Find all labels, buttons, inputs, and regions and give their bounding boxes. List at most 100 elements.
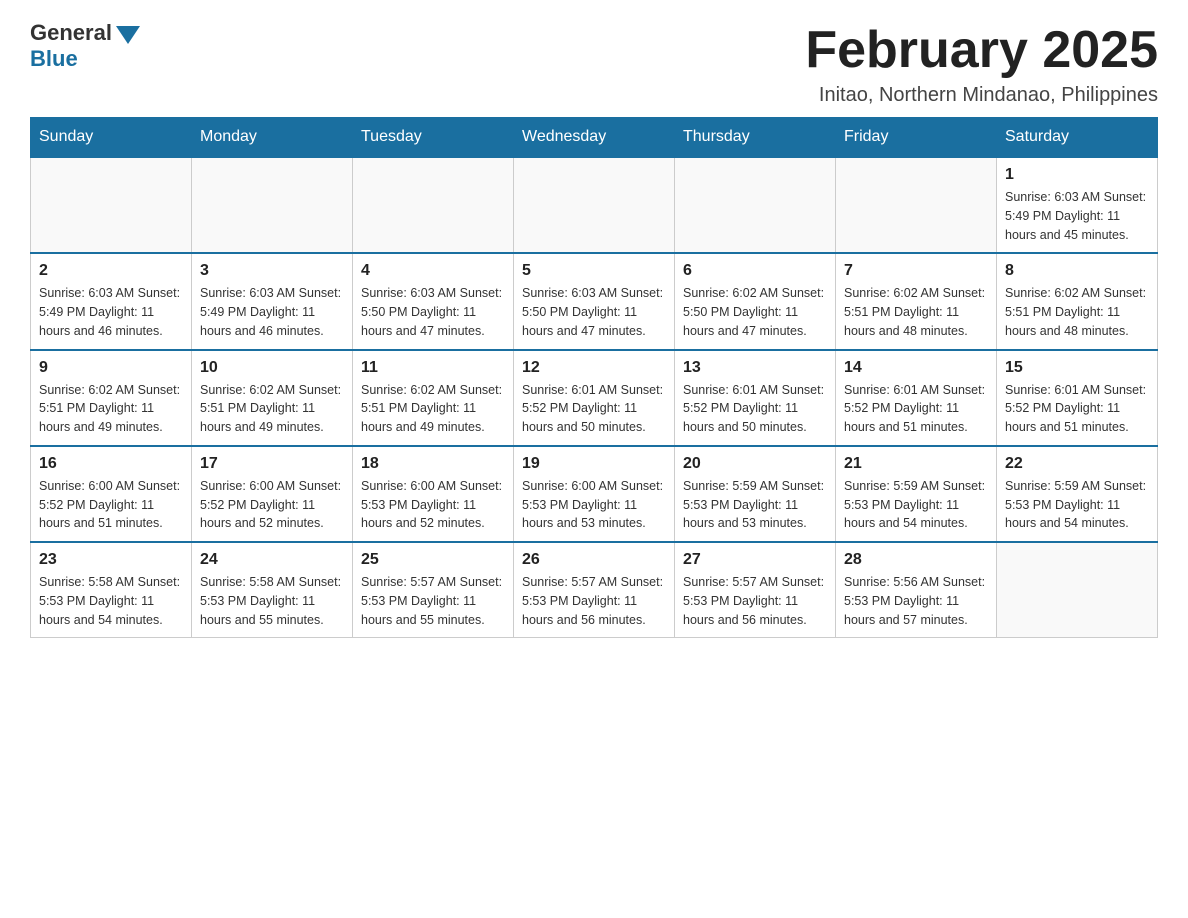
calendar-cell: 16 Sunrise: 6:00 AM Sunset: 5:52 PM Dayli… [31, 446, 192, 542]
calendar-cell: 8 Sunrise: 6:02 AM Sunset: 5:51 PM Daylig… [997, 253, 1158, 349]
weekday-header-sunday: Sunday [31, 118, 192, 158]
calendar-cell [675, 157, 836, 253]
calendar-cell [192, 157, 353, 253]
day-info: Sunrise: 6:03 AM Sunset: 5:49 PM Dayligh… [1005, 188, 1149, 244]
day-number: 24 [200, 551, 344, 569]
weekday-header-friday: Friday [836, 118, 997, 158]
weekday-header-thursday: Thursday [675, 118, 836, 158]
day-number: 4 [361, 262, 505, 280]
day-info: Sunrise: 5:58 AM Sunset: 5:53 PM Dayligh… [39, 573, 183, 629]
day-number: 20 [683, 455, 827, 473]
day-number: 9 [39, 359, 183, 377]
calendar-cell: 11 Sunrise: 6:02 AM Sunset: 5:51 PM Dayli… [353, 350, 514, 446]
title-area: February 2025 Initao, Northern Mindanao,… [805, 20, 1158, 107]
week-row-1: 1 Sunrise: 6:03 AM Sunset: 5:49 PM Daylig… [31, 157, 1158, 253]
day-number: 26 [522, 551, 666, 569]
day-info: Sunrise: 5:56 AM Sunset: 5:53 PM Dayligh… [844, 573, 988, 629]
day-number: 27 [683, 551, 827, 569]
calendar-cell: 17 Sunrise: 6:00 AM Sunset: 5:52 PM Dayli… [192, 446, 353, 542]
calendar-cell: 15 Sunrise: 6:01 AM Sunset: 5:52 PM Dayli… [997, 350, 1158, 446]
calendar-cell: 7Sunrise: 6:02 AM Sunset: 5:51 PM Daylig… [836, 253, 997, 349]
calendar-cell [514, 157, 675, 253]
calendar-cell: 24 Sunrise: 5:58 AM Sunset: 5:53 PM Dayli… [192, 542, 353, 638]
day-number: 6 [683, 262, 827, 280]
day-number: 14 [844, 359, 988, 377]
day-info: Sunrise: 6:02 AM Sunset: 5:51 PM Dayligh… [361, 381, 505, 437]
calendar-cell: 21 Sunrise: 5:59 AM Sunset: 5:53 PM Dayli… [836, 446, 997, 542]
day-info: Sunrise: 6:01 AM Sunset: 5:52 PM Dayligh… [1005, 381, 1149, 437]
day-number: 7 [844, 262, 988, 280]
calendar-cell: 6 Sunrise: 6:02 AM Sunset: 5:50 PM Daylig… [675, 253, 836, 349]
calendar-cell: 10 Sunrise: 6:02 AM Sunset: 5:51 PM Dayli… [192, 350, 353, 446]
week-row-5: 23 Sunrise: 5:58 AM Sunset: 5:53 PM Dayli… [31, 542, 1158, 638]
day-info: Sunrise: 6:01 AM Sunset: 5:52 PM Dayligh… [522, 381, 666, 437]
day-number: 15 [1005, 359, 1149, 377]
day-number: 8 [1005, 262, 1149, 280]
location-subtitle: Initao, Northern Mindanao, Philippines [805, 84, 1158, 107]
day-number: 18 [361, 455, 505, 473]
day-number: 10 [200, 359, 344, 377]
day-info: Sunrise: 6:00 AM Sunset: 5:53 PM Dayligh… [522, 477, 666, 533]
day-info: Sunrise: 6:02 AM Sunset: 5:51 PM Dayligh… [200, 381, 344, 437]
logo: General Blue [30, 20, 140, 72]
day-info: Sunrise: 6:01 AM Sunset: 5:52 PM Dayligh… [844, 381, 988, 437]
calendar-cell: 28 Sunrise: 5:56 AM Sunset: 5:53 PM Dayli… [836, 542, 997, 638]
week-row-4: 16 Sunrise: 6:00 AM Sunset: 5:52 PM Dayli… [31, 446, 1158, 542]
calendar-cell: 14 Sunrise: 6:01 AM Sunset: 5:52 PM Dayli… [836, 350, 997, 446]
week-row-2: 2 Sunrise: 6:03 AM Sunset: 5:49 PM Daylig… [31, 253, 1158, 349]
day-info: Sunrise: 5:58 AM Sunset: 5:53 PM Dayligh… [200, 573, 344, 629]
day-number: 22 [1005, 455, 1149, 473]
day-info: Sunrise: 6:03 AM Sunset: 5:50 PM Dayligh… [361, 284, 505, 340]
calendar-cell: 25Sunrise: 5:57 AM Sunset: 5:53 PM Dayli… [353, 542, 514, 638]
calendar-cell: 3 Sunrise: 6:03 AM Sunset: 5:49 PM Daylig… [192, 253, 353, 349]
day-number: 19 [522, 455, 666, 473]
day-info: Sunrise: 6:00 AM Sunset: 5:52 PM Dayligh… [200, 477, 344, 533]
day-number: 5 [522, 262, 666, 280]
day-number: 17 [200, 455, 344, 473]
day-info: Sunrise: 6:00 AM Sunset: 5:53 PM Dayligh… [361, 477, 505, 533]
day-info: Sunrise: 6:03 AM Sunset: 5:50 PM Dayligh… [522, 284, 666, 340]
day-number: 23 [39, 551, 183, 569]
day-info: Sunrise: 6:02 AM Sunset: 5:51 PM Dayligh… [39, 381, 183, 437]
day-info: Sunrise: 5:57 AM Sunset: 5:53 PM Dayligh… [522, 573, 666, 629]
weekday-header-monday: Monday [192, 118, 353, 158]
day-info: Sunrise: 5:59 AM Sunset: 5:53 PM Dayligh… [844, 477, 988, 533]
logo-blue-text: Blue [30, 46, 78, 72]
day-number: 1 [1005, 166, 1149, 184]
calendar-cell: 20 Sunrise: 5:59 AM Sunset: 5:53 PM Dayli… [675, 446, 836, 542]
calendar-cell: 23 Sunrise: 5:58 AM Sunset: 5:53 PM Dayli… [31, 542, 192, 638]
calendar-cell [353, 157, 514, 253]
weekday-header-row: SundayMondayTuesdayWednesdayThursdayFrid… [31, 118, 1158, 158]
calendar-cell: 1 Sunrise: 6:03 AM Sunset: 5:49 PM Daylig… [997, 157, 1158, 253]
day-info: Sunrise: 6:00 AM Sunset: 5:52 PM Dayligh… [39, 477, 183, 533]
day-number: 21 [844, 455, 988, 473]
day-number: 11 [361, 359, 505, 377]
day-info: Sunrise: 6:02 AM Sunset: 5:50 PM Dayligh… [683, 284, 827, 340]
calendar-cell: 26 Sunrise: 5:57 AM Sunset: 5:53 PM Dayli… [514, 542, 675, 638]
calendar-cell: 27 Sunrise: 5:57 AM Sunset: 5:53 PM Dayli… [675, 542, 836, 638]
day-info: Sunrise: 5:59 AM Sunset: 5:53 PM Dayligh… [683, 477, 827, 533]
day-info: Sunrise: 6:03 AM Sunset: 5:49 PM Dayligh… [200, 284, 344, 340]
week-row-3: 9 Sunrise: 6:02 AM Sunset: 5:51 PM Daylig… [31, 350, 1158, 446]
day-info: Sunrise: 5:57 AM Sunset: 5:53 PM Dayligh… [683, 573, 827, 629]
month-year-title: February 2025 [805, 20, 1158, 80]
calendar-table: SundayMondayTuesdayWednesdayThursdayFrid… [30, 117, 1158, 638]
day-number: 16 [39, 455, 183, 473]
day-number: 13 [683, 359, 827, 377]
day-info: Sunrise: 5:57 AM Sunset: 5:53 PM Dayligh… [361, 573, 505, 629]
logo-arrow-icon [116, 26, 140, 44]
day-number: 28 [844, 551, 988, 569]
weekday-header-wednesday: Wednesday [514, 118, 675, 158]
calendar-cell: 18 Sunrise: 6:00 AM Sunset: 5:53 PM Dayli… [353, 446, 514, 542]
day-number: 2 [39, 262, 183, 280]
calendar-cell: 19 Sunrise: 6:00 AM Sunset: 5:53 PM Dayli… [514, 446, 675, 542]
calendar-cell: 4 Sunrise: 6:03 AM Sunset: 5:50 PM Daylig… [353, 253, 514, 349]
calendar-cell [836, 157, 997, 253]
day-info: Sunrise: 6:01 AM Sunset: 5:52 PM Dayligh… [683, 381, 827, 437]
day-info: Sunrise: 6:02 AM Sunset: 5:51 PM Dayligh… [1005, 284, 1149, 340]
day-info: Sunrise: 5:59 AM Sunset: 5:53 PM Dayligh… [1005, 477, 1149, 533]
day-number: 3 [200, 262, 344, 280]
calendar-cell [31, 157, 192, 253]
calendar-cell: 22 Sunrise: 5:59 AM Sunset: 5:53 PM Dayli… [997, 446, 1158, 542]
weekday-header-saturday: Saturday [997, 118, 1158, 158]
